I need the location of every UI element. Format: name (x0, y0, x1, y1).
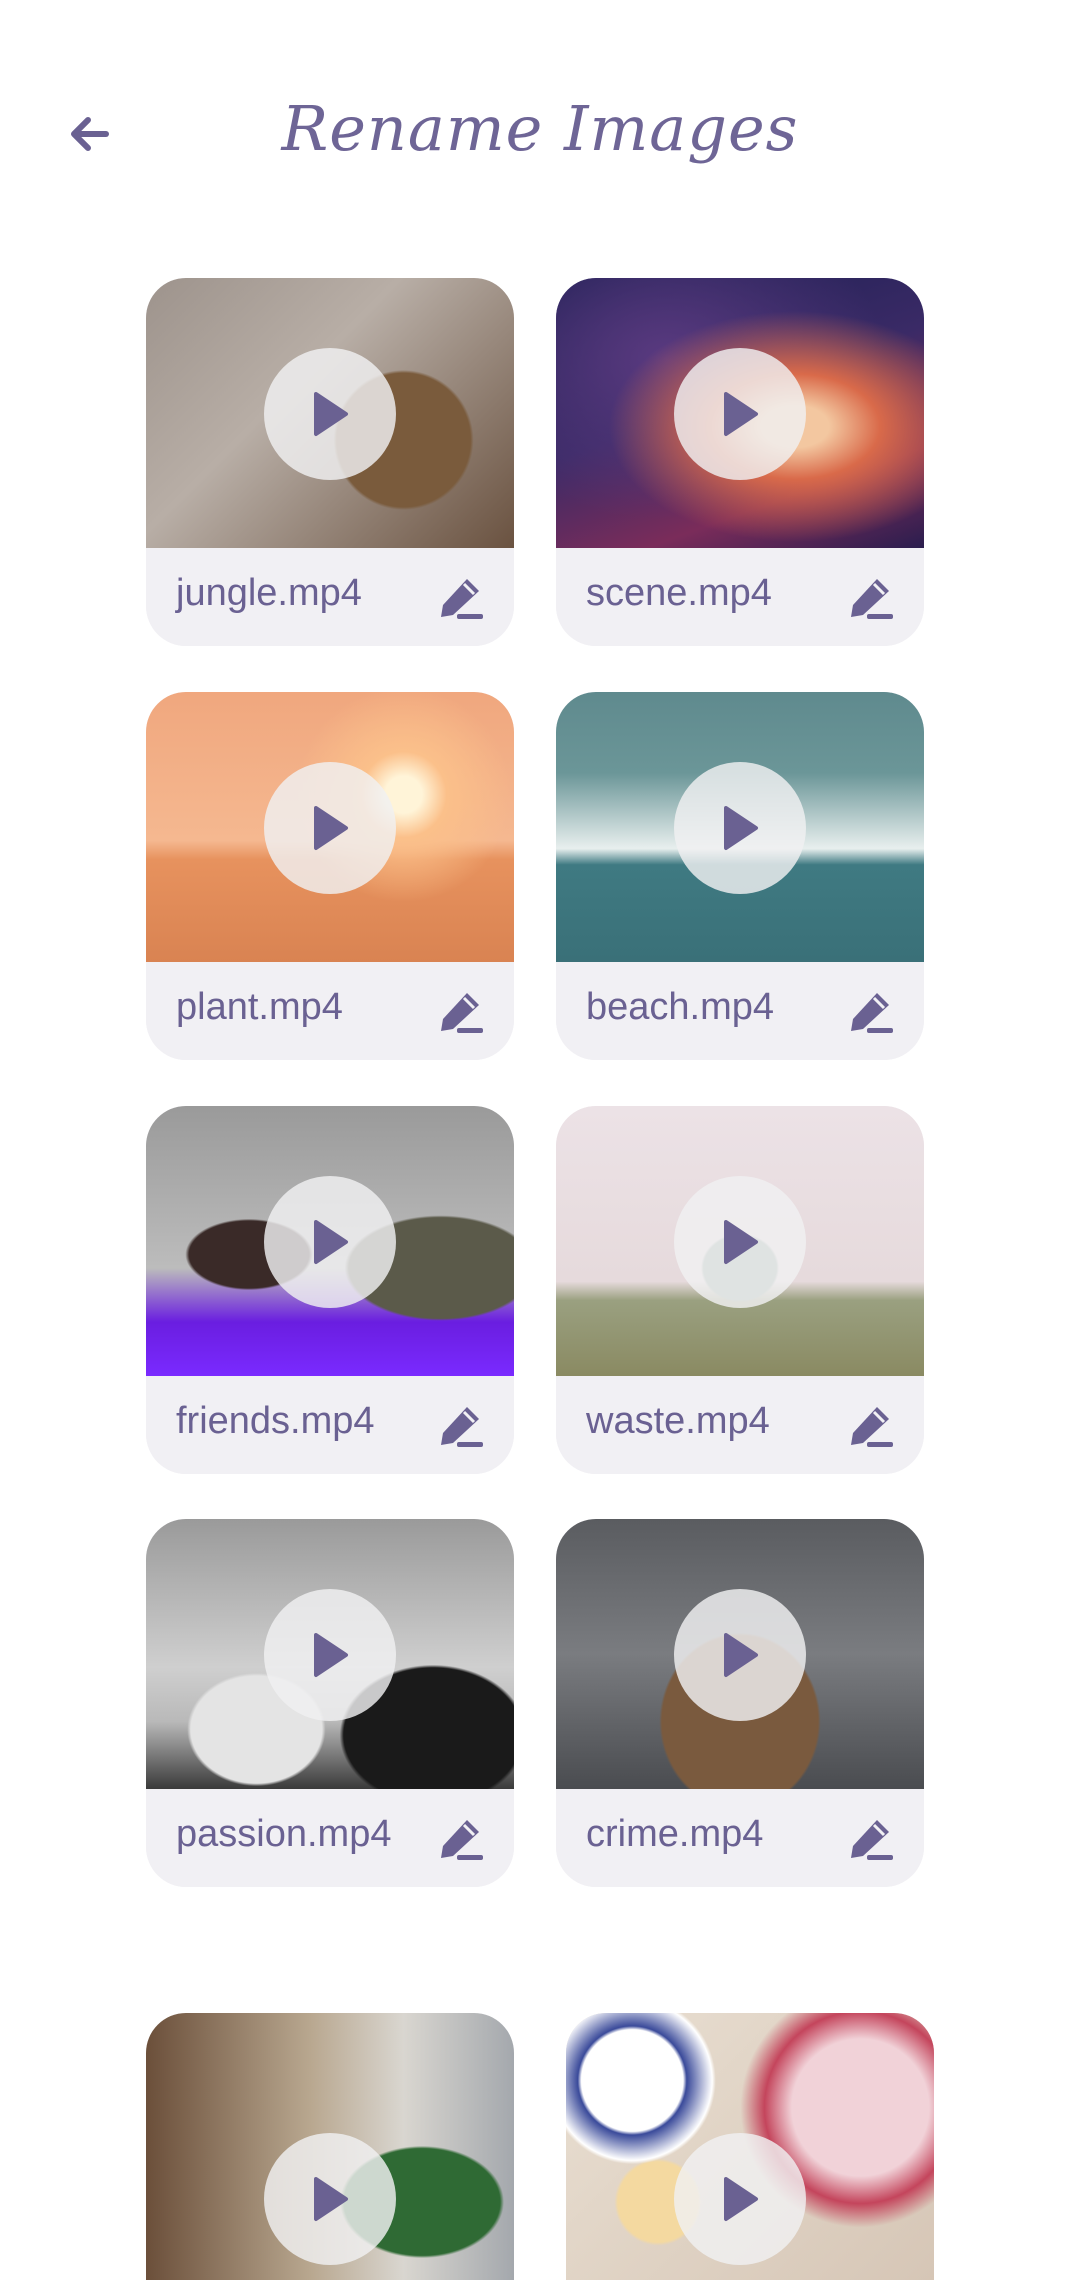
play-button[interactable] (674, 348, 806, 480)
play-button[interactable] (674, 1176, 806, 1308)
play-button[interactable] (264, 1176, 396, 1308)
play-icon (724, 1633, 758, 1677)
pencil-icon (441, 1407, 483, 1447)
play-button[interactable] (264, 1589, 396, 1721)
video-card[interactable]: crime.mp4 (556, 1519, 924, 1887)
play-icon (724, 392, 758, 436)
video-card[interactable]: beach.mp4 (556, 692, 924, 1060)
rename-button[interactable] (846, 986, 898, 1038)
play-icon (314, 1633, 348, 1677)
rename-button[interactable] (436, 1400, 488, 1452)
video-caption: plant.mp4 (146, 962, 514, 1060)
play-button[interactable] (264, 348, 396, 480)
rename-button[interactable] (436, 572, 488, 624)
video-filename: friends.mp4 (176, 1400, 375, 1442)
play-button[interactable] (264, 762, 396, 894)
video-caption: passion.mp4 (146, 1789, 514, 1887)
pencil-icon (441, 579, 483, 619)
video-card[interactable]: friends.mp4 (146, 1106, 514, 1474)
app-header: Rename Images (0, 0, 1080, 260)
play-button[interactable] (674, 762, 806, 894)
play-icon (724, 2177, 758, 2221)
rename-button[interactable] (436, 986, 488, 1038)
play-icon (314, 1220, 348, 1264)
pencil-icon (441, 993, 483, 1033)
video-caption: friends.mp4 (146, 1376, 514, 1474)
video-card[interactable]: plant.mp4 (146, 692, 514, 1060)
video-filename: waste.mp4 (586, 1400, 770, 1442)
play-icon (724, 806, 758, 850)
video-filename: crime.mp4 (586, 1813, 764, 1855)
video-filename: passion.mp4 (176, 1813, 392, 1855)
rename-button[interactable] (846, 572, 898, 624)
play-button[interactable] (264, 2133, 396, 2265)
pencil-icon (851, 579, 893, 619)
video-caption: jungle.mp4 (146, 548, 514, 646)
pencil-icon (851, 993, 893, 1033)
video-card[interactable] (146, 2013, 514, 2280)
video-caption: beach.mp4 (556, 962, 924, 1060)
video-caption: crime.mp4 (556, 1789, 924, 1887)
video-card[interactable]: scene.mp4 (556, 278, 924, 646)
play-button[interactable] (674, 1589, 806, 1721)
video-filename: jungle.mp4 (176, 572, 362, 614)
page-title: Rename Images (281, 92, 799, 165)
rename-button[interactable] (436, 1813, 488, 1865)
play-icon (724, 1220, 758, 1264)
play-icon (314, 392, 348, 436)
pencil-icon (851, 1407, 893, 1447)
play-icon (314, 806, 348, 850)
pencil-icon (441, 1820, 483, 1860)
video-filename: scene.mp4 (586, 572, 772, 614)
video-card[interactable]: passion.mp4 (146, 1519, 514, 1887)
video-filename: plant.mp4 (176, 986, 343, 1028)
video-caption: waste.mp4 (556, 1376, 924, 1474)
rename-button[interactable] (846, 1813, 898, 1865)
rename-button[interactable] (846, 1400, 898, 1452)
play-button[interactable] (674, 2133, 806, 2265)
play-icon (314, 2177, 348, 2221)
pencil-icon (851, 1820, 893, 1860)
video-filename: beach.mp4 (586, 986, 775, 1028)
video-card[interactable]: waste.mp4 (556, 1106, 924, 1474)
video-caption: scene.mp4 (556, 548, 924, 646)
video-card[interactable] (566, 2013, 934, 2280)
video-card[interactable]: jungle.mp4 (146, 278, 514, 646)
